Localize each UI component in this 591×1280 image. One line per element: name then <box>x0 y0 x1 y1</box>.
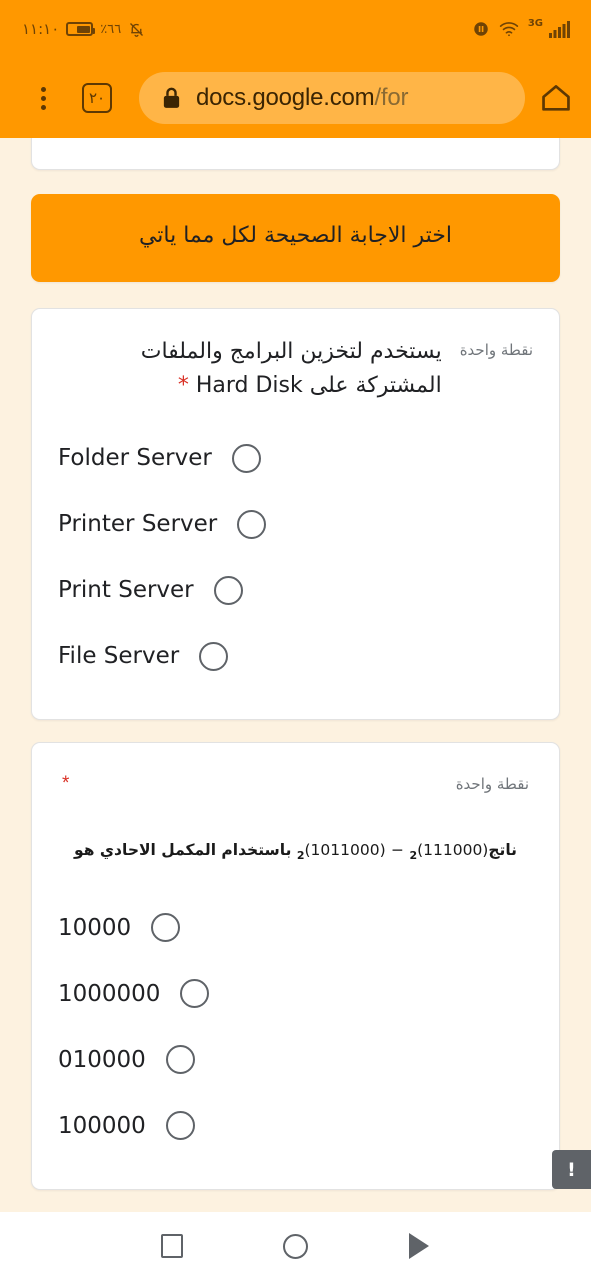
option-row[interactable]: 1000000 <box>58 961 245 1027</box>
math-operand-b: (1011000) <box>304 841 386 860</box>
question-2-points: نقطة واحدة <box>455 775 529 794</box>
option-label: 1000000 <box>58 980 161 1007</box>
radio-button-icon[interactable] <box>231 443 261 473</box>
option-row[interactable]: 010000 <box>58 1027 231 1093</box>
radio-button-icon[interactable] <box>199 641 229 671</box>
vibrate-icon <box>472 20 490 38</box>
math-operand-a: (111000) <box>417 841 489 860</box>
required-asterisk-2: * <box>62 773 70 795</box>
browser-toolbar: ٢٠ docs.google.com/for <box>0 58 591 138</box>
question-1-header: يستخدم لتخزين البرامج والملفات المشتركة … <box>58 335 533 403</box>
question-1-line1: يستخدم لتخزين البرامج والملفات <box>140 338 442 364</box>
required-asterisk-1: * <box>177 372 189 398</box>
math-suffix: باستخدام المكمل الاحادي هو <box>73 841 292 860</box>
lock-icon <box>161 86 182 110</box>
option-row[interactable]: Printer Server <box>58 491 267 557</box>
status-bar: ١١:١٠ ٪٦٦ 3G <box>0 0 591 58</box>
android-navigation-bar <box>0 1212 591 1280</box>
option-label: 100000 <box>58 1112 146 1139</box>
radio-button-icon[interactable] <box>165 1111 195 1141</box>
option-label: Print Server <box>58 577 194 604</box>
question-1-text: يستخدم لتخزين البرامج والملفات المشتركة … <box>58 335 442 403</box>
radio-button-icon[interactable] <box>213 575 243 605</box>
option-row[interactable]: Folder Server <box>58 425 261 491</box>
status-time: ١١:١٠ <box>22 20 60 38</box>
question-1-line2-prefix: المشتركة على <box>309 372 442 398</box>
question-2-text: ناتج(111000)2 − (1011000)2 باستخدام المك… <box>58 839 533 865</box>
option-row[interactable]: 10000 <box>58 895 216 961</box>
radio-button-icon[interactable] <box>151 913 181 943</box>
question-card-2: نقطة واحدة * ناتج(111000)2 − (1011000)2 … <box>31 742 560 1190</box>
option-label: 010000 <box>58 1046 146 1073</box>
back-button[interactable] <box>394 1221 444 1271</box>
battery-percent-label: ٪٦٦ <box>100 21 122 37</box>
battery-icon <box>66 22 96 36</box>
question-1-options: Folder Server Printer Server Print Serve… <box>58 425 533 689</box>
previous-question-card-partial <box>31 138 560 170</box>
question-1-line2-latin: Hard Disk <box>195 372 303 398</box>
network-type-label: 3G <box>527 17 543 29</box>
radio-button-icon[interactable] <box>165 1045 195 1075</box>
mute-bell-icon <box>128 21 145 38</box>
option-label: Folder Server <box>58 445 212 472</box>
option-row[interactable]: File Server <box>58 623 229 689</box>
url-path: /for <box>374 84 409 111</box>
option-label: File Server <box>58 643 180 670</box>
address-bar[interactable]: docs.google.com/for <box>139 72 525 124</box>
form-section-header: اختر الاجابة الصحيحة لكل مما ياتي <box>31 194 560 282</box>
math-base-b: 2 <box>296 849 305 863</box>
warning-badge-icon[interactable]: ! <box>552 1150 591 1189</box>
math-base-a: 2 <box>409 849 418 863</box>
math-minus-sign: − <box>391 841 405 860</box>
option-row[interactable]: 100000 <box>58 1093 231 1159</box>
question-1-points: نقطة واحدة <box>459 340 533 359</box>
radio-button-icon[interactable] <box>180 979 210 1009</box>
question-card-1: يستخدم لتخزين البرامج والملفات المشتركة … <box>31 307 560 721</box>
tab-switcher-button[interactable]: ٢٠ <box>82 83 112 113</box>
circle-icon <box>282 1233 308 1259</box>
signal-bars-icon <box>549 20 571 38</box>
section-title: اختر الاجابة الصحيحة لكل مما ياتي <box>138 223 453 248</box>
address-bar-text: docs.google.com/for <box>196 84 409 112</box>
overflow-menu-icon[interactable] <box>26 86 60 110</box>
url-domain: docs.google.com <box>196 84 375 111</box>
status-bar-right: 3G <box>472 17 571 38</box>
home-icon[interactable] <box>539 81 573 115</box>
status-bar-left: ١١:١٠ ٪٦٦ <box>22 20 145 38</box>
math-prefix: ناتج <box>488 841 517 860</box>
question-2-header: نقطة واحدة * <box>58 743 533 795</box>
triangle-icon <box>409 1233 430 1259</box>
form-scroll-area[interactable]: اختر الاجابة الصحيحة لكل مما ياتي يستخدم… <box>0 138 591 1212</box>
recents-button[interactable] <box>147 1221 197 1271</box>
option-row[interactable]: Print Server <box>58 557 243 623</box>
radio-button-icon[interactable] <box>237 509 267 539</box>
wifi-icon <box>499 21 519 37</box>
square-icon <box>160 1234 183 1258</box>
question-2-options: 10000 1000000 010000 100000 <box>58 895 533 1159</box>
option-label: Printer Server <box>58 511 218 538</box>
option-label: 10000 <box>58 914 132 941</box>
home-button[interactable] <box>270 1221 320 1271</box>
